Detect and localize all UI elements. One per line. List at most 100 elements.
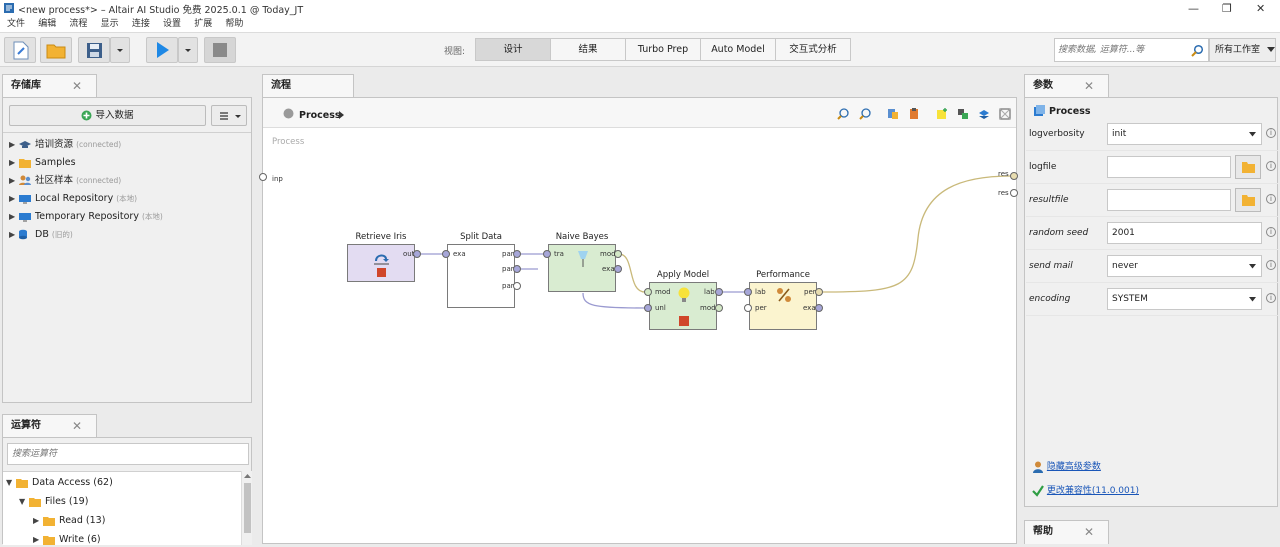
layers-icon[interactable] bbox=[978, 108, 990, 120]
auto-wire-icon[interactable] bbox=[887, 108, 899, 120]
param-select-encoding[interactable]: SYSTEM bbox=[1107, 288, 1262, 310]
split-out-port-2[interactable] bbox=[513, 265, 521, 273]
expand-icon[interactable]: ▶ bbox=[33, 533, 42, 547]
apply-model-mod-out-port[interactable] bbox=[715, 304, 723, 312]
expand-icon[interactable]: ▶ bbox=[9, 156, 18, 170]
menu-edit[interactable]: 编辑 bbox=[38, 16, 56, 33]
close-icon[interactable]: ✕ bbox=[72, 415, 82, 437]
zoom-in-icon[interactable] bbox=[837, 108, 849, 120]
tab-auto-model[interactable]: Auto Model bbox=[700, 38, 776, 61]
param-input-logfile[interactable] bbox=[1107, 156, 1231, 178]
note-add-icon[interactable] bbox=[936, 108, 948, 120]
open-button[interactable] bbox=[40, 37, 72, 63]
compatibility-label[interactable]: 更改兼容性(11.0.001) bbox=[1047, 486, 1139, 496]
scroll-up-icon[interactable] bbox=[242, 471, 253, 481]
tab-parameters[interactable]: 参数 ✕ bbox=[1024, 74, 1109, 98]
operator-group-write[interactable]: ▶ Write (6) bbox=[33, 533, 101, 547]
menu-help[interactable]: 帮助 bbox=[225, 16, 243, 33]
stop-button[interactable] bbox=[204, 37, 236, 63]
info-icon[interactable]: i bbox=[1266, 293, 1276, 303]
apply-model-unl-port[interactable] bbox=[644, 304, 652, 312]
maximize-icon[interactable]: ❐ bbox=[1222, 2, 1232, 15]
search-scope-select[interactable]: 所有工作室 bbox=[1209, 38, 1276, 62]
expand-icon[interactable]: ▶ bbox=[9, 174, 18, 188]
split-out-port-3[interactable] bbox=[513, 282, 521, 290]
import-data-button[interactable]: 导入数据 bbox=[9, 105, 206, 126]
search-icon[interactable] bbox=[1191, 44, 1204, 57]
menu-process[interactable]: 流程 bbox=[69, 16, 87, 33]
performance-lab-port[interactable] bbox=[744, 288, 752, 296]
process-input-port[interactable] bbox=[259, 173, 267, 181]
tab-operators[interactable]: 运算符 ✕ bbox=[2, 414, 97, 438]
param-select-logverbosity[interactable]: init bbox=[1107, 123, 1262, 145]
menu-extensions[interactable]: 扩展 bbox=[194, 16, 212, 33]
repo-item-samples[interactable]: ▶ Samples bbox=[9, 156, 76, 170]
menu-view[interactable]: 显示 bbox=[101, 16, 119, 33]
param-input-resultfile[interactable] bbox=[1107, 189, 1231, 211]
expand-icon[interactable]: ▶ bbox=[9, 228, 18, 242]
param-input-random-seed[interactable]: 2001 bbox=[1107, 222, 1262, 244]
operator-group-read[interactable]: ▶ Read (13) bbox=[33, 514, 105, 528]
tab-repository[interactable]: 存储库 ✕ bbox=[2, 74, 97, 98]
repo-item-local[interactable]: ▶ Local Repository (本地) bbox=[9, 192, 137, 206]
repo-item-training[interactable]: ▶ 培训资源 (connected) bbox=[9, 138, 121, 152]
process-result-port-1[interactable] bbox=[1010, 172, 1018, 180]
scroll-thumb[interactable] bbox=[244, 483, 251, 533]
repo-item-community[interactable]: ▶ 社区样本 (connected) bbox=[9, 174, 121, 188]
fit-view-icon[interactable] bbox=[999, 108, 1011, 120]
close-icon[interactable]: ✕ bbox=[72, 75, 82, 97]
hide-advanced-link[interactable]: 隐藏高级参数 bbox=[1032, 459, 1101, 473]
hide-advanced-label[interactable]: 隐藏高级参数 bbox=[1047, 462, 1101, 472]
expand-icon[interactable]: ▶ bbox=[33, 514, 42, 528]
compatibility-link[interactable]: 更改兼容性(11.0.001) bbox=[1032, 483, 1139, 497]
run-dropdown-button[interactable] bbox=[178, 37, 198, 63]
tab-interactive-analysis[interactable]: 交互式分析 bbox=[775, 38, 851, 61]
info-icon[interactable]: i bbox=[1266, 161, 1276, 171]
close-icon[interactable]: ✕ bbox=[1084, 75, 1094, 97]
repository-menu-button[interactable] bbox=[211, 105, 247, 126]
apply-model-mod-port[interactable] bbox=[644, 288, 652, 296]
browse-logfile-button[interactable] bbox=[1235, 155, 1261, 179]
tab-results[interactable]: 结果 bbox=[550, 38, 626, 61]
save-dropdown-button[interactable] bbox=[110, 37, 130, 63]
performance-per-out-port[interactable] bbox=[815, 288, 823, 296]
minimize-icon[interactable]: — bbox=[1188, 2, 1199, 15]
collapse-icon[interactable]: ▼ bbox=[6, 476, 15, 490]
global-search-box[interactable] bbox=[1054, 38, 1209, 62]
naive-bayes-in-port[interactable] bbox=[543, 250, 551, 258]
performance-exa-port[interactable] bbox=[815, 304, 823, 312]
close-icon[interactable]: ✕ bbox=[1084, 521, 1094, 543]
info-icon[interactable]: i bbox=[1266, 128, 1276, 138]
run-button[interactable] bbox=[146, 37, 178, 63]
menu-connect[interactable]: 连接 bbox=[132, 16, 150, 33]
tab-design[interactable]: 设计 bbox=[475, 38, 551, 61]
operator-scrollbar[interactable] bbox=[241, 471, 252, 545]
repo-item-temporary[interactable]: ▶ Temporary Repository (本地) bbox=[9, 210, 163, 224]
operator-group-data-access[interactable]: ▼ Data Access (62) bbox=[6, 476, 113, 490]
naive-bayes-exa-port[interactable] bbox=[614, 265, 622, 273]
breadcrumb[interactable]: Process bbox=[299, 110, 341, 121]
operator-group-files[interactable]: ▼ Files (19) bbox=[19, 495, 88, 509]
performance-per-in-port[interactable] bbox=[744, 304, 752, 312]
clipboard-icon[interactable] bbox=[908, 108, 920, 120]
split-in-port[interactable] bbox=[442, 250, 450, 258]
close-icon[interactable]: ✕ bbox=[1256, 2, 1265, 15]
info-icon[interactable]: i bbox=[1266, 227, 1276, 237]
new-process-button[interactable] bbox=[4, 37, 36, 63]
save-button[interactable] bbox=[78, 37, 110, 63]
browse-resultfile-button[interactable] bbox=[1235, 188, 1261, 212]
expand-icon[interactable]: ▶ bbox=[9, 210, 18, 224]
tab-process[interactable]: 流程 bbox=[262, 74, 354, 98]
menu-settings[interactable]: 设置 bbox=[163, 16, 181, 33]
operator-arrange-icon[interactable] bbox=[957, 108, 969, 120]
split-out-port-1[interactable] bbox=[513, 250, 521, 258]
process-result-port-2[interactable] bbox=[1010, 189, 1018, 197]
param-select-send-mail[interactable]: never bbox=[1107, 255, 1262, 277]
menu-file[interactable]: 文件 bbox=[7, 16, 25, 33]
apply-model-lab-port[interactable] bbox=[715, 288, 723, 296]
info-icon[interactable]: i bbox=[1266, 260, 1276, 270]
chevron-right-icon[interactable] bbox=[339, 111, 345, 119]
tab-turbo-prep[interactable]: Turbo Prep bbox=[625, 38, 701, 61]
tab-help[interactable]: 帮助 ✕ bbox=[1024, 520, 1109, 544]
expand-icon[interactable]: ▶ bbox=[9, 192, 18, 206]
